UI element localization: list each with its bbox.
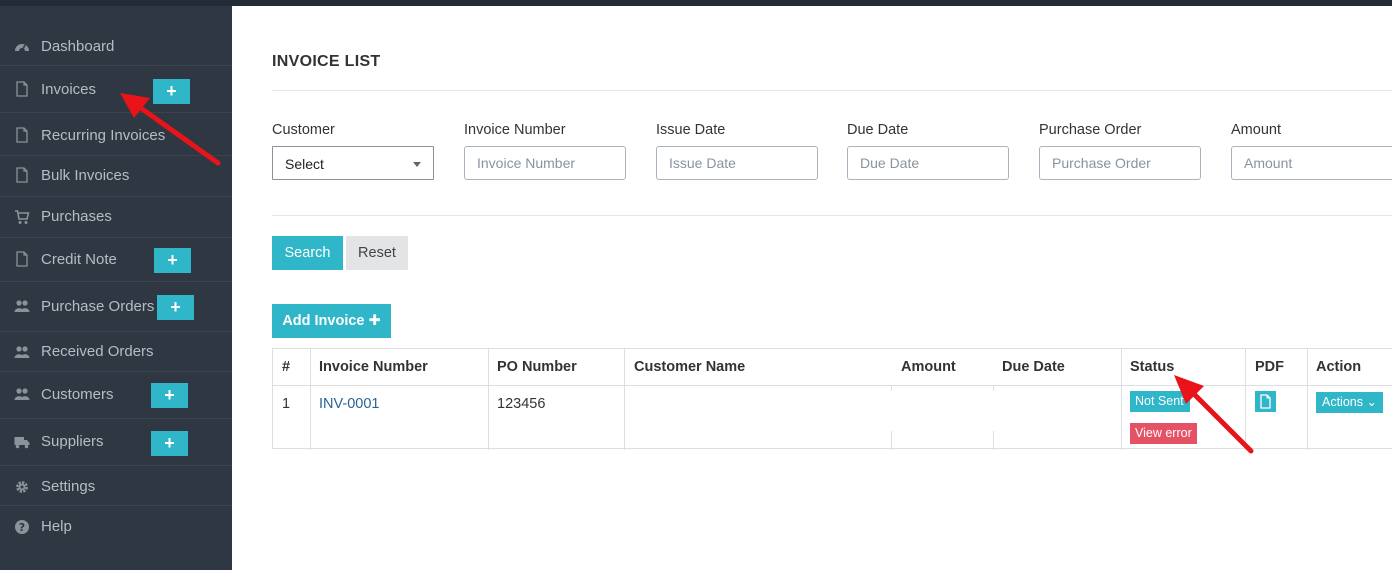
sidebar-item-label: Suppliers: [41, 433, 104, 450]
column-header-action: Action: [1316, 359, 1362, 375]
invoice-number-link[interactable]: INV-0001: [319, 396, 379, 412]
divider: [272, 90, 1392, 91]
table-header-divider: [273, 385, 1392, 386]
add-supplier-plus-button[interactable]: +: [151, 431, 188, 456]
reset-button[interactable]: Reset: [346, 236, 408, 270]
invoice-number-filter-label: Invoice Number: [464, 122, 566, 138]
row-number: 1: [282, 396, 291, 412]
sidebar-item-dashboard[interactable]: Dashboard: [0, 26, 232, 66]
dashboard-icon: [14, 39, 30, 55]
sidebar-item-purchase-orders[interactable]: Purchase Orders +: [0, 282, 232, 332]
sidebar-item-help[interactable]: ? Help: [0, 506, 232, 548]
column-header-number: #: [282, 359, 291, 375]
sidebar-item-received-orders[interactable]: Received Orders: [0, 332, 232, 372]
add-customer-plus-button[interactable]: +: [151, 383, 188, 408]
invoice-table: # Invoice Number PO Number Customer Name…: [272, 348, 1392, 450]
sidebar-item-label: Customers: [41, 386, 114, 403]
svg-text:?: ?: [19, 521, 25, 534]
users-icon: [14, 386, 30, 402]
users-icon: [14, 298, 30, 314]
pdf-button[interactable]: [1255, 391, 1276, 412]
sidebar-item-credit-note[interactable]: Credit Note +: [0, 238, 232, 282]
due-date-input[interactable]: [847, 146, 1009, 180]
sidebar-item-suppliers[interactable]: Suppliers +: [0, 419, 232, 466]
file-icon: [14, 127, 30, 143]
sidebar-item-recurring-invoices[interactable]: Recurring Invoices: [0, 116, 232, 156]
purchase-order-input[interactable]: [1039, 146, 1201, 180]
customer-filter-label: Customer: [272, 122, 335, 138]
sidebar-item-purchases[interactable]: Purchases: [0, 197, 232, 238]
column-divider: [993, 431, 994, 450]
sidebar-item-invoices[interactable]: Invoices +: [0, 69, 232, 113]
purchase-order-filter-label: Purchase Order: [1039, 122, 1142, 138]
cart-icon: [14, 209, 30, 225]
sidebar-item-settings[interactable]: Settings: [0, 466, 232, 506]
issue-date-filter-label: Issue Date: [656, 122, 726, 138]
add-invoice-plus-button[interactable]: +: [153, 79, 190, 104]
column-header-invoice-number[interactable]: Invoice Number: [319, 359, 428, 375]
customer-select-value: Select: [285, 156, 324, 172]
column-header-po-number[interactable]: PO Number: [497, 359, 577, 375]
column-header-status[interactable]: Status: [1130, 359, 1174, 375]
divider: [272, 215, 1392, 216]
column-divider: [624, 349, 625, 450]
column-divider: [1307, 349, 1308, 450]
sidebar-item-label: Settings: [41, 478, 96, 495]
gear-icon: [14, 479, 30, 495]
caret-down-icon: [413, 162, 421, 167]
sidebar-item-label: Invoices: [41, 81, 97, 98]
help-icon: ?: [14, 519, 30, 535]
column-header-due-date[interactable]: Due Date: [1002, 359, 1065, 375]
add-invoice-button[interactable]: Add Invoice ✚: [272, 304, 391, 338]
sidebar-item-label: Dashboard: [41, 38, 115, 55]
column-divider: [310, 349, 311, 450]
file-icon: [14, 251, 30, 267]
column-header-amount[interactable]: Amount: [901, 359, 956, 375]
actions-dropdown-button[interactable]: Actions ⌄: [1316, 392, 1383, 413]
customer-select[interactable]: Select: [272, 146, 434, 180]
page-title: INVOICE LIST: [272, 53, 381, 70]
column-divider: [993, 385, 994, 391]
status-badge: Not Sent: [1130, 391, 1190, 412]
sidebar-item-label: Credit Note: [41, 251, 117, 268]
search-button[interactable]: Search: [272, 236, 343, 270]
po-number-cell: 123456: [497, 396, 546, 412]
truck-icon: [14, 434, 30, 450]
sidebar-item-label: Purchase Orders: [41, 298, 155, 315]
due-date-filter-label: Due Date: [847, 122, 909, 138]
column-divider: [1121, 349, 1122, 450]
column-divider: [488, 349, 489, 450]
sidebar-item-label: Recurring Invoices: [41, 127, 166, 144]
column-divider: [1245, 349, 1246, 450]
file-icon: [1260, 394, 1271, 409]
column-divider: [891, 385, 892, 391]
column-header-customer-name[interactable]: Customer Name: [634, 359, 745, 375]
amount-filter-label: Amount: [1231, 122, 1281, 138]
sidebar-item-label: Received Orders: [41, 343, 154, 360]
file-icon: [14, 167, 30, 183]
add-purchase-order-plus-button[interactable]: +: [157, 295, 194, 320]
add-credit-note-plus-button[interactable]: +: [154, 248, 191, 273]
column-divider: [891, 431, 892, 450]
users-icon: [14, 344, 30, 360]
invoice-number-input[interactable]: [464, 146, 626, 180]
main-content: INVOICE LIST Customer Select Invoice Num…: [232, 6, 1392, 570]
file-icon: [14, 81, 30, 97]
amount-input[interactable]: [1231, 146, 1392, 180]
sidebar-item-label: Help: [41, 518, 72, 535]
column-header-pdf: PDF: [1255, 359, 1284, 375]
sidebar-item-label: Bulk Invoices: [41, 167, 130, 184]
sidebar-item-customers[interactable]: Customers +: [0, 372, 232, 419]
view-error-button[interactable]: View error: [1130, 423, 1197, 444]
sidebar-item-bulk-invoices[interactable]: Bulk Invoices: [0, 156, 232, 197]
sidebar-item-label: Purchases: [41, 208, 112, 225]
sidebar: Dashboard Invoices + Recurring Invoices …: [0, 6, 232, 570]
issue-date-input[interactable]: [656, 146, 818, 180]
